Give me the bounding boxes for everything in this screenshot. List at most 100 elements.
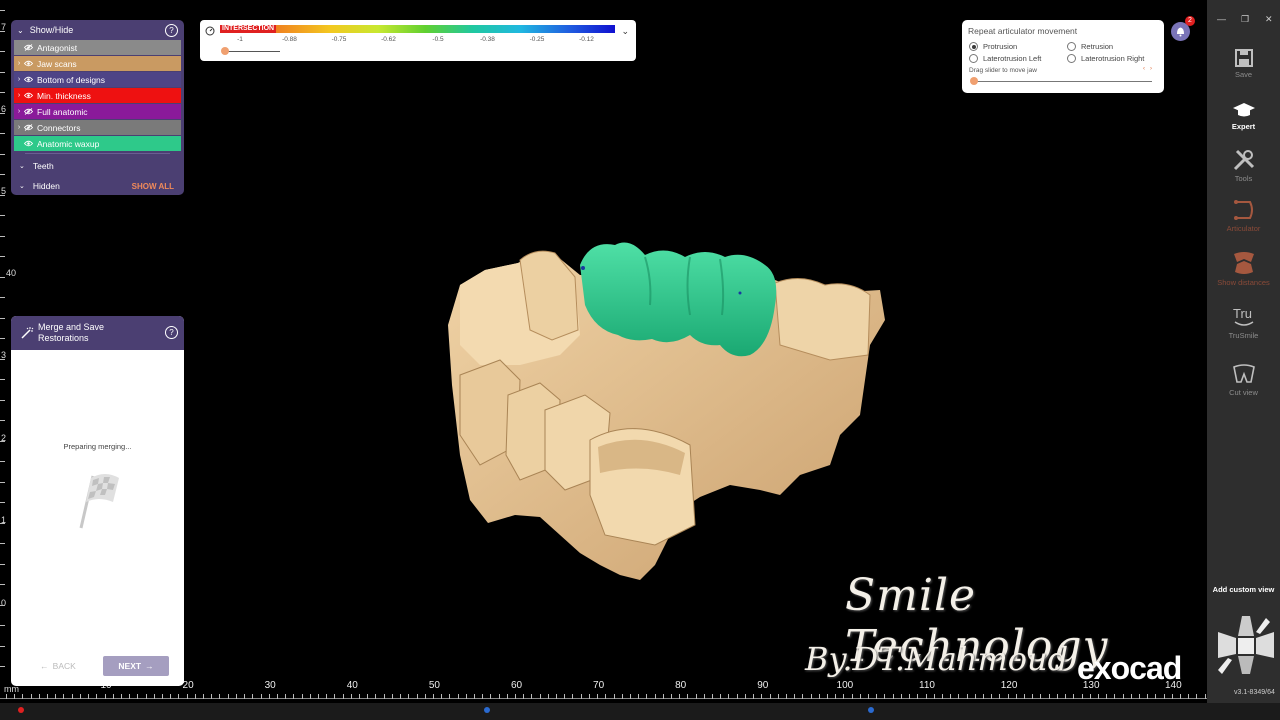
ruler-tick	[597, 694, 599, 699]
ruler-tick	[359, 694, 361, 699]
hidden-group[interactable]: ⌄ Hidden SHOW ALL	[11, 176, 184, 196]
ruler-tick	[0, 112, 5, 114]
radio-option[interactable]: Laterotrusion Left	[969, 54, 1041, 63]
ruler-tick	[654, 694, 656, 699]
tool-expert[interactable]: Expert	[1207, 100, 1280, 131]
ruler-tick	[1081, 694, 1083, 699]
eye-icon[interactable]	[24, 140, 34, 147]
ruler-tick	[129, 694, 131, 699]
svg-text:Tru: Tru	[1233, 306, 1252, 321]
ruler-x-label: 120	[1000, 680, 1018, 691]
minimize-icon[interactable]: —	[1217, 14, 1226, 24]
ruler-tick	[941, 694, 943, 699]
ruler-tick	[810, 694, 812, 699]
articulator-title: Repeat articulator movement	[968, 26, 1078, 36]
ruler-tick	[1097, 694, 1099, 699]
ruler-x-label: 50	[428, 680, 440, 691]
next-button[interactable]: NEXT →	[103, 656, 169, 676]
radio-label: Laterotrusion Left	[983, 54, 1042, 63]
scale-tick-label: -0.38	[480, 36, 495, 43]
ruler-x-label: 90	[757, 680, 769, 691]
ruler-tick	[235, 694, 237, 699]
chevron-down-icon[interactable]: ⌄	[621, 26, 629, 37]
eye-slash-icon[interactable]	[24, 124, 34, 131]
chevron-right-icon[interactable]: ›	[14, 92, 24, 99]
help-icon[interactable]: ?	[165, 24, 178, 37]
layer-row[interactable]: › Min. thickness	[14, 88, 181, 103]
ruler-tick	[194, 694, 196, 699]
ruler-tick	[876, 694, 878, 699]
ruler-tick	[662, 694, 664, 699]
ruler-tick	[588, 694, 590, 699]
ruler-tick	[605, 694, 607, 699]
tool-tools[interactable]: Tools	[1207, 148, 1280, 183]
ruler-tick	[0, 502, 5, 503]
ruler-tick	[950, 694, 952, 699]
radio-circle[interactable]	[1067, 42, 1076, 51]
radio-circle[interactable]	[969, 54, 978, 63]
close-icon[interactable]: ✕	[1265, 14, 1273, 25]
layer-row[interactable]: › Jaw scans	[14, 56, 181, 71]
ruler-tick	[687, 694, 689, 699]
ruler-tick	[293, 694, 295, 699]
ruler-tick	[424, 694, 426, 699]
radio-option[interactable]: Protrusion	[969, 42, 1017, 51]
chevron-right-icon[interactable]: ›	[14, 108, 24, 115]
layer-row[interactable]: Antagonist	[14, 40, 181, 55]
timeline-strip[interactable]	[0, 703, 1280, 720]
layer-row[interactable]: › Connectors	[14, 120, 181, 135]
tool-save[interactable]: Save	[1207, 48, 1280, 79]
radio-option[interactable]: Retrusion	[1067, 42, 1113, 51]
radio-option[interactable]: Laterotrusion Right	[1067, 54, 1144, 63]
gauge-icon[interactable]	[205, 26, 215, 36]
radio-circle[interactable]	[969, 42, 978, 51]
ruler-tick	[0, 420, 5, 421]
dental-model-3d[interactable]	[440, 235, 900, 600]
teeth-label: Teeth	[32, 161, 54, 171]
teeth-group[interactable]: ⌄ Teeth	[11, 156, 184, 176]
layer-row[interactable]: › Full anatomic	[14, 104, 181, 119]
view-cube-icon[interactable]	[1214, 612, 1278, 680]
eye-icon[interactable]	[24, 92, 34, 99]
tool-label: Tools	[1234, 174, 1253, 183]
tool-label: Cut view	[1229, 388, 1258, 397]
scale-tick-label: -0.25	[529, 36, 545, 43]
ruler-tick	[0, 625, 5, 626]
show-all-button[interactable]: SHOW ALL	[132, 182, 174, 191]
ruler-tick	[761, 694, 763, 699]
jaw-slider-handle[interactable]	[970, 77, 978, 85]
tool-articulator[interactable]: Articulator	[1207, 198, 1280, 233]
ruler-tick	[416, 694, 418, 699]
jaw-slider-track[interactable]	[972, 81, 1152, 82]
scale-slider-handle[interactable]	[221, 47, 229, 55]
ruler-x-label: 80	[675, 680, 687, 691]
eye-slash-icon[interactable]	[24, 44, 34, 51]
ruler-tick	[309, 694, 311, 699]
chevron-right-icon[interactable]: ›	[14, 76, 24, 83]
ruler-tick	[621, 694, 623, 699]
help-icon[interactable]: ?	[165, 326, 178, 339]
eye-slash-icon[interactable]	[24, 108, 34, 115]
chevron-right-icon[interactable]: ›	[14, 124, 24, 131]
ruler-tick	[79, 694, 81, 699]
step-arrows-icon[interactable]: ‹ ›	[1143, 66, 1152, 72]
layer-row[interactable]: › Bottom of designs	[14, 72, 181, 87]
back-button[interactable]: ← BACK	[33, 656, 83, 676]
tools-icon	[1207, 148, 1280, 172]
tool-trusmile[interactable]: Tru TruSmile	[1207, 305, 1280, 340]
tool-show-distances[interactable]: Show distances	[1207, 250, 1280, 287]
radio-circle[interactable]	[1067, 54, 1076, 63]
eye-icon[interactable]	[24, 76, 34, 83]
ruler-tick	[1180, 694, 1182, 699]
ruler-tick	[490, 694, 492, 699]
restore-icon[interactable]: ❐	[1241, 14, 1249, 25]
eye-icon[interactable]	[24, 60, 34, 67]
ruler-tick	[0, 440, 5, 442]
add-custom-view[interactable]: Add custom view	[1207, 585, 1280, 594]
chevron-right-icon[interactable]: ›	[14, 60, 24, 67]
ruler-tick	[55, 694, 57, 699]
show-hide-header[interactable]: ⌄ Show/Hide ?	[11, 20, 184, 40]
tool-cut-view[interactable]: Cut view	[1207, 362, 1280, 397]
scale-slider-track[interactable]	[222, 51, 280, 52]
layer-row[interactable]: Anatomic waxup	[14, 136, 181, 151]
